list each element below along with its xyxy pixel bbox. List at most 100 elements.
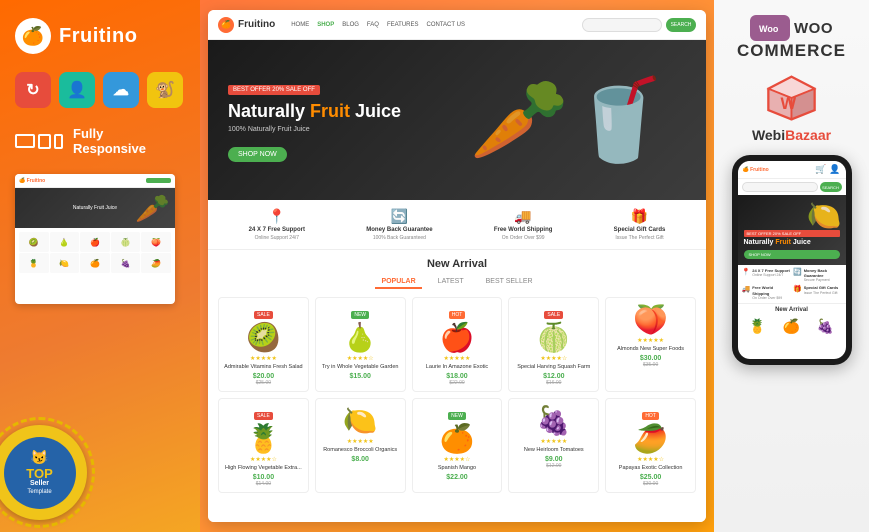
product-name-4: Special Harving Squash Farm (514, 364, 593, 371)
phone-feature-4-sub: Issue The Perfect Gift (804, 291, 838, 295)
nav-shop: SHOP (317, 22, 334, 28)
product-price-1: $20.00 (224, 373, 303, 380)
preview-search-btn (146, 178, 171, 183)
phone-mini-product-3: 🍇 (810, 318, 842, 335)
product-name-6: High Flowing Vegetable Extra... (224, 465, 303, 472)
hero-subtitle: 100% Naturally Fruit Juice (228, 126, 401, 133)
product-card-6[interactable]: SALE 🍍 ★★★★☆ High Flowing Vegetable Extr… (218, 398, 309, 493)
product-img-2: 🍐 (321, 324, 400, 352)
feature-money-back: 🔄 Money Back Guarantee 100% Back Guarant… (366, 208, 432, 241)
monitor-icon (15, 134, 35, 148)
feature-money-back-sub: 100% Back Guaranteed (373, 235, 426, 241)
phone-search-input[interactable] (742, 182, 818, 192)
product-name-9: New Heirloom Tomatoes (514, 447, 593, 454)
product-img-7: 🍋 (321, 407, 400, 435)
plugin-icon-mailchimp: 🐒 (147, 72, 183, 108)
hero-cta-button[interactable]: SHOP NOW (228, 147, 287, 162)
product-stars-2: ★★★★☆ (321, 355, 400, 362)
tab-popular[interactable]: POPULAR (375, 276, 421, 289)
plugin-icon-support: 👤 (59, 72, 95, 108)
product-price-7: $8.00 (321, 456, 400, 463)
phone-feature-3-title: Free World Shipping (752, 285, 790, 295)
tab-bestseller[interactable]: BEST SELLER (480, 276, 539, 289)
product-name-1: Admirable Vitamins Fresh Salad (224, 364, 303, 371)
responsive-section: Fully Responsive (15, 126, 185, 156)
product-card-10[interactable]: HOT 🥭 ★★★★☆ Papayas Exotic Collection $2… (605, 398, 696, 493)
webi-text: Webi (752, 127, 785, 143)
phone-feature-4: 🎁 Special Gift Cards Issue The Perfect G… (793, 285, 842, 299)
product-old-price-1: $25.00 (224, 380, 303, 386)
product-old-price-5: $35.00 (611, 362, 690, 368)
site-logo-text: Fruitino (238, 19, 275, 30)
hero-decoration: 🥕🥤 (432, 40, 706, 200)
site-search-input[interactable] (582, 18, 662, 32)
hero-content: BEST OFFER 20% SALE OFF Naturally Fruit … (228, 78, 401, 163)
product-card-7[interactable]: 🍋 ★★★★★ Romanesco Broccoli Organics $8.0… (315, 398, 406, 493)
products-grid: SALE 🥝 ★★★★★ Admirable Vitamins Fresh Sa… (218, 297, 696, 493)
webibazaar-name: WebiBazaar (752, 127, 831, 143)
wb-cube-icon: W (764, 74, 819, 122)
feature-gift-sub: Issue The Perfect Gift (615, 235, 663, 241)
tab-latest[interactable]: LATEST (432, 276, 470, 289)
hero-sale-tag: BEST OFFER 20% SALE OFF (228, 85, 320, 95)
preview-header: 🍊 Fruitino (15, 174, 175, 188)
product-card-4[interactable]: SALE 🍈 ★★★★☆ Special Harving Squash Farm… (508, 297, 599, 392)
feature-shipping-icon: 🚚 (514, 208, 531, 225)
feature-shipping-sub: On Order Over $99 (502, 235, 545, 241)
phone-feature-1: 📍 24 X 7 Free Support Online Support 24/… (742, 268, 791, 282)
phone-hero-cta[interactable]: SHOP NOW (744, 250, 840, 259)
website-preview-thumbnail: 🍊 Fruitino Naturally Fruit Juice 🥕 🥝 🍐 🍎… (15, 174, 175, 304)
top-seller-badge: 😼 TOP Seller Template (0, 425, 87, 520)
site-header: 🍊 Fruitino HOME SHOP BLOG FAQ FEATURES C… (208, 10, 706, 40)
site-nav: HOME SHOP BLOG FAQ FEATURES CONTACT US (291, 22, 465, 28)
product-card-3[interactable]: HOT 🍎 ★★★★★ Laurie In Amazone Exotic $18… (412, 297, 503, 392)
preview-hero-text: Naturally Fruit Juice (73, 205, 117, 211)
product-card-2[interactable]: NEW 🍐 ★★★★☆ Try in Whole Vegetable Garde… (315, 297, 406, 392)
product-badge-10: HOT (642, 412, 659, 420)
product-price-8: $22.00 (418, 474, 497, 481)
product-img-8: 🍊 (418, 425, 497, 453)
badge-inner: 😼 TOP Seller Template (4, 437, 76, 509)
preview-product-1: 🥝 (19, 232, 49, 252)
phone-mini-product-1: 🍍 (742, 318, 774, 335)
site-search-area: SEARCH (582, 18, 696, 32)
product-price-3: $18.00 (418, 373, 497, 380)
products-section-title: New Arrival (218, 258, 696, 270)
product-card-8[interactable]: NEW 🍊 ★★★★☆ Spanish Mango $22.00 (412, 398, 503, 493)
preview-hero: Naturally Fruit Juice 🥕 (15, 188, 175, 228)
preview-product-4: 🍈 (111, 232, 141, 252)
phone-header: 🍊 Fruitino 🛒 👤 (738, 161, 846, 179)
left-panel: 🍊 Fruitino ↻ 👤 ☁ 🐒 Fully Responsive 🍊 Fr… (0, 0, 200, 532)
hero-title: Naturally Fruit Juice (228, 101, 401, 123)
products-section: New Arrival POPULAR LATEST BEST SELLER S… (208, 250, 706, 522)
phone-feature-2-icon: 🔄 (793, 268, 802, 276)
product-name-7: Romanesco Broccoli Organics (321, 447, 400, 454)
product-stars-3: ★★★★★ (418, 355, 497, 362)
badge-top-label: TOP (26, 467, 53, 480)
center-website-panel: 🍊 Fruitino HOME SHOP BLOG FAQ FEATURES C… (208, 10, 706, 522)
product-img-10: 🥭 (611, 425, 690, 453)
product-stars-7: ★★★★★ (321, 438, 400, 445)
feature-shipping-title: Free World Shipping (494, 227, 553, 233)
feature-shipping: 🚚 Free World Shipping On Order Over $99 (494, 208, 553, 241)
product-img-3: 🍎 (418, 324, 497, 352)
product-old-price-4: $16.00 (514, 380, 593, 386)
phone-hero-fruit-decoration: 🍋 (807, 199, 842, 232)
features-bar: 📍 24 X 7 Free Support Online Support 24/… (208, 200, 706, 250)
nav-contact: CONTACT US (427, 22, 465, 28)
site-search-button[interactable]: SEARCH (666, 18, 696, 32)
product-card-9[interactable]: 🍇 ★★★★★ New Heirloom Tomatoes $9.00 $12.… (508, 398, 599, 493)
product-stars-8: ★★★★☆ (418, 456, 497, 463)
phone-search-area: SEARCH (738, 179, 846, 195)
product-card-5[interactable]: 🍑 ★★★★★ Almonds New Super Foods $30.00 $… (605, 297, 696, 392)
badge-template-label: Template (27, 489, 51, 496)
phone-hero: BEST OFFER 20% SALE OFF Naturally Fruit … (738, 195, 846, 265)
nav-features: FEATURES (387, 22, 419, 28)
product-badge-3: HOT (449, 311, 466, 319)
woocommerce-section: Woo WOO COMMERCE (737, 15, 846, 61)
phone-search-button[interactable]: SEARCH (820, 182, 842, 192)
product-card-1[interactable]: SALE 🥝 ★★★★★ Admirable Vitamins Fresh Sa… (218, 297, 309, 392)
phone-user-icon: 👤 (829, 164, 840, 175)
brand-logo-icon: 🍊 (15, 18, 51, 54)
phone-hero-highlight: Fruit (775, 239, 791, 246)
